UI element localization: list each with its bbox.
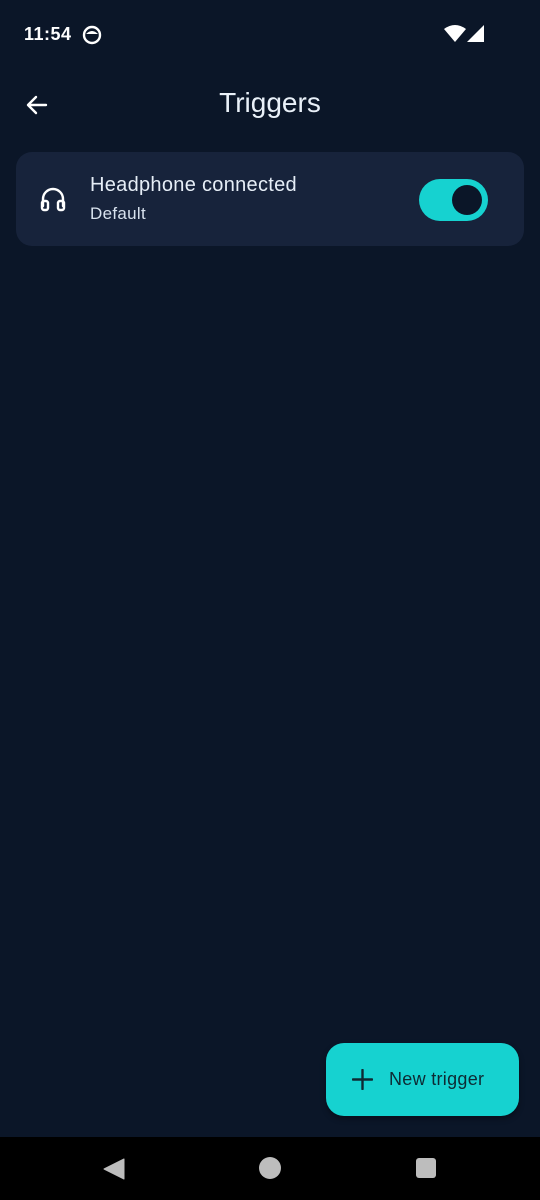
status-time: 11:54	[24, 24, 72, 44]
app-notification-icon	[82, 25, 102, 45]
toggle-knob	[452, 185, 482, 215]
nav-back-icon[interactable]	[102, 1157, 126, 1181]
plus-icon	[352, 1069, 373, 1090]
nav-home-icon[interactable]	[259, 1157, 281, 1179]
app-bar: Triggers	[0, 70, 540, 140]
new-trigger-button[interactable]: New trigger	[326, 1043, 519, 1116]
trigger-subtitle: Default	[90, 204, 146, 223]
nav-recents-icon[interactable]	[416, 1158, 436, 1178]
status-bar: 11:54	[0, 0, 540, 70]
system-navigation-bar	[0, 1137, 540, 1200]
new-trigger-label: New trigger	[389, 1069, 485, 1089]
trigger-enabled-toggle[interactable]	[419, 179, 488, 221]
page-title: Triggers	[219, 87, 321, 118]
trigger-title: Headphone connected	[90, 174, 297, 196]
wifi-icon	[444, 25, 466, 42]
trigger-card[interactable]: Headphone connected Default	[16, 152, 524, 246]
cellular-signal-icon	[467, 25, 484, 42]
headphones-icon	[40, 187, 66, 212]
